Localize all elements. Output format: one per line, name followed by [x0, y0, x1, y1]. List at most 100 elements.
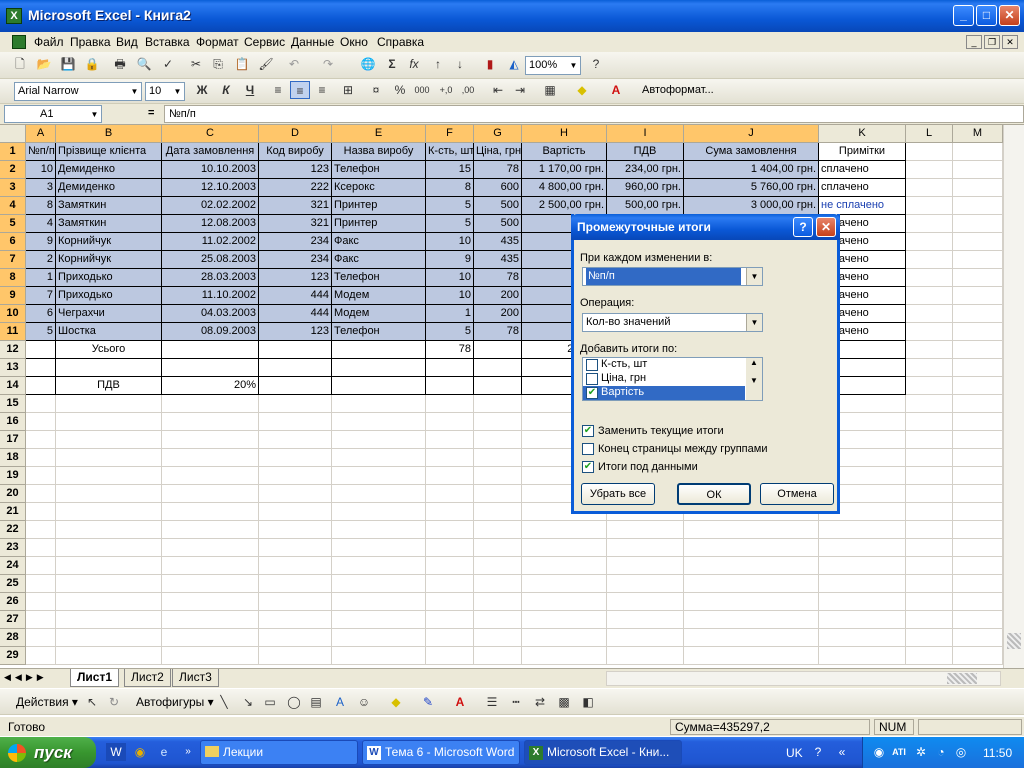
task-word[interactable]: W Тема 6 - Microsoft Word: [362, 740, 520, 765]
cell[interactable]: 200: [474, 287, 522, 305]
line-color-icon[interactable]: ✎: [418, 693, 438, 711]
cell[interactable]: [953, 143, 1003, 161]
font-select[interactable]: Arial Narrow ▼: [14, 82, 142, 101]
cell[interactable]: [332, 413, 426, 431]
cell[interactable]: [332, 575, 426, 593]
cell[interactable]: [819, 593, 906, 611]
borders-icon[interactable]: ▦: [540, 81, 560, 99]
cell[interactable]: [953, 431, 1003, 449]
cell[interactable]: [56, 413, 162, 431]
align-center-icon[interactable]: ≡: [290, 81, 310, 99]
cell[interactable]: 321: [259, 215, 332, 233]
cell[interactable]: [426, 377, 474, 395]
increase-indent-icon[interactable]: ⇥: [510, 81, 530, 99]
cell[interactable]: 7: [26, 287, 56, 305]
cell[interactable]: [162, 341, 259, 359]
cell[interactable]: [906, 539, 953, 557]
cell[interactable]: [426, 629, 474, 647]
cell[interactable]: [26, 503, 56, 521]
cell[interactable]: [953, 593, 1003, 611]
cell[interactable]: [56, 467, 162, 485]
cell[interactable]: [26, 359, 56, 377]
change-field-select[interactable]: №п/п ▼: [582, 267, 763, 286]
workbook-icon[interactable]: [12, 35, 26, 49]
cell[interactable]: [607, 557, 684, 575]
cut-icon[interactable]: ✂: [186, 55, 206, 73]
cell[interactable]: Прізвище клієнта: [56, 143, 162, 161]
row-header[interactable]: 18: [0, 449, 26, 467]
cell[interactable]: Корнийчук: [56, 233, 162, 251]
dialog-close-button[interactable]: ✕: [816, 217, 836, 237]
cell[interactable]: [906, 611, 953, 629]
cell[interactable]: 10.10.2003: [162, 161, 259, 179]
permission-icon[interactable]: 🔒: [82, 55, 102, 73]
cell[interactable]: [426, 395, 474, 413]
cell[interactable]: [56, 395, 162, 413]
doc-restore-button[interactable]: ❐: [984, 35, 1000, 49]
cell[interactable]: [26, 449, 56, 467]
cell[interactable]: [426, 503, 474, 521]
save-icon[interactable]: 💾: [58, 55, 78, 73]
cell[interactable]: Факс: [332, 251, 426, 269]
cell[interactable]: [426, 575, 474, 593]
new-icon[interactable]: 🗋: [10, 55, 30, 73]
subtotal-fields-list[interactable]: К-сть, шт Ціна, грн ✔ Вартість ▲ ▼: [582, 357, 763, 401]
tab-list2[interactable]: Лист2: [124, 669, 171, 687]
cell[interactable]: [426, 359, 474, 377]
cell[interactable]: не сплачено: [819, 197, 906, 215]
cell[interactable]: [906, 395, 953, 413]
select-all-corner[interactable]: [0, 125, 26, 143]
format-painter-icon[interactable]: 🖌: [256, 55, 276, 73]
cell[interactable]: 3 000,00 грн.: [684, 197, 819, 215]
row-header[interactable]: 20: [0, 485, 26, 503]
cell[interactable]: Усього: [56, 341, 162, 359]
arrow-style-icon[interactable]: ⇄: [530, 693, 550, 711]
volume-tray-icon[interactable]: ◔: [931, 743, 951, 761]
cell[interactable]: [953, 323, 1003, 341]
cell[interactable]: [819, 647, 906, 665]
cell[interactable]: 08.09.2003: [162, 323, 259, 341]
vertical-scrollbar[interactable]: [1003, 125, 1024, 668]
spelling-icon[interactable]: ✓: [158, 55, 178, 73]
dialog-help-button[interactable]: ?: [793, 217, 813, 237]
cell[interactable]: [56, 647, 162, 665]
cell[interactable]: №п/п: [26, 143, 56, 161]
cell[interactable]: [259, 539, 332, 557]
cell[interactable]: [906, 485, 953, 503]
cell[interactable]: 6: [26, 305, 56, 323]
cell[interactable]: 5: [426, 215, 474, 233]
cell[interactable]: [819, 521, 906, 539]
cell[interactable]: [684, 575, 819, 593]
cell[interactable]: 4 800,00 грн.: [522, 179, 607, 197]
cell[interactable]: [426, 593, 474, 611]
cell[interactable]: [26, 413, 56, 431]
menu-file[interactable]: Файл: [34, 35, 64, 49]
cell[interactable]: Шостка: [56, 323, 162, 341]
cell[interactable]: 8: [426, 179, 474, 197]
row-header[interactable]: 16: [0, 413, 26, 431]
font-size-select[interactable]: 10 ▼: [145, 82, 185, 101]
cell[interactable]: Чеграхчи: [56, 305, 162, 323]
undo-icon[interactable]: ↶: [284, 55, 304, 73]
cell[interactable]: [906, 305, 953, 323]
menu-help[interactable]: Справка: [377, 35, 424, 49]
cell[interactable]: 10: [26, 161, 56, 179]
cell[interactable]: [953, 341, 1003, 359]
merge-center-icon[interactable]: ⊞: [338, 81, 358, 99]
cell[interactable]: [906, 521, 953, 539]
cell[interactable]: [906, 557, 953, 575]
cell[interactable]: [162, 557, 259, 575]
column-header[interactable]: B: [56, 125, 162, 143]
cell[interactable]: [332, 629, 426, 647]
cell[interactable]: ПДВ: [607, 143, 684, 161]
cell[interactable]: [906, 359, 953, 377]
cell[interactable]: [26, 395, 56, 413]
cell[interactable]: [906, 323, 953, 341]
cell[interactable]: 5: [426, 197, 474, 215]
cell[interactable]: [474, 467, 522, 485]
cell[interactable]: [953, 377, 1003, 395]
cell[interactable]: 28.03.2003: [162, 269, 259, 287]
cell[interactable]: [474, 359, 522, 377]
cell[interactable]: [953, 575, 1003, 593]
drawing-icon[interactable]: ◭: [504, 55, 524, 73]
